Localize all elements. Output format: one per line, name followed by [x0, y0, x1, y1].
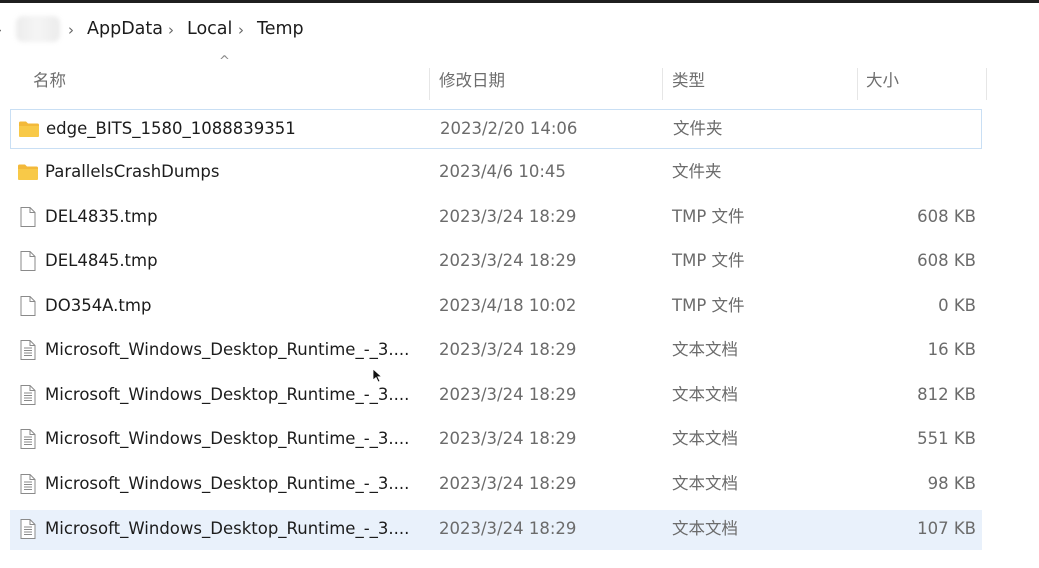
breadcrumb-item-temp[interactable]: Temp [257, 19, 304, 39]
file-name: edge_BITS_1580_1088839351 [46, 119, 296, 138]
folder-icon [18, 118, 40, 140]
file-row[interactable]: DEL4845.tmp 2023/3/24 18:29 TMP 文件 608 KB [10, 242, 982, 282]
mouse-cursor-icon [372, 368, 383, 383]
file-size: 0 KB [938, 296, 976, 315]
file-modified-date: 2023/4/6 10:45 [439, 162, 566, 181]
file-row[interactable]: edge_BITS_1580_1088839351 2023/2/20 14:06… [10, 109, 982, 149]
file-name: Microsoft_Windows_Desktop_Runtime_-_3...… [45, 474, 410, 493]
chevron-right-icon[interactable]: › [238, 21, 244, 39]
sort-ascending-icon: ^ [219, 54, 230, 69]
file-type: 文本文档 [672, 474, 738, 493]
column-header: ^ 名称 修改日期 类型 大小 [0, 54, 1039, 102]
file-row[interactable]: Microsoft_Windows_Desktop_Runtime_-_3...… [10, 376, 982, 416]
window-top-edge [0, 0, 1039, 3]
file-type: TMP 文件 [672, 251, 745, 270]
file-name: DEL4835.tmp [45, 207, 158, 226]
file-type: 文本文档 [672, 340, 738, 359]
text-document-icon [17, 339, 39, 361]
file-type: 文本文档 [672, 519, 738, 538]
file-size: 107 KB [917, 519, 976, 538]
breadcrumb: › › AppData › Local › Temp [0, 14, 1039, 46]
chevron-right-icon[interactable]: › [0, 21, 2, 39]
file-modified-date: 2023/3/24 18:29 [439, 429, 577, 448]
breadcrumb-item-appdata[interactable]: AppData [87, 19, 163, 39]
file-size: 812 KB [917, 385, 976, 404]
file-size: 608 KB [917, 207, 976, 226]
breadcrumb-item-redacted[interactable] [16, 16, 60, 42]
file-row[interactable]: Microsoft_Windows_Desktop_Runtime_-_3...… [10, 465, 982, 505]
text-document-icon [17, 473, 39, 495]
file-modified-date: 2023/3/24 18:29 [439, 385, 577, 404]
file-type: 文件夹 [672, 162, 722, 181]
file-type: 文件夹 [673, 119, 723, 138]
file-size: 16 KB [927, 340, 976, 359]
text-document-icon [17, 428, 39, 450]
file-name: Microsoft_Windows_Desktop_Runtime_-_3...… [45, 429, 410, 448]
column-divider[interactable] [986, 68, 987, 100]
file-type: TMP 文件 [672, 296, 745, 315]
file-name: DEL4845.tmp [45, 251, 158, 270]
file-modified-date: 2023/2/20 14:06 [440, 119, 578, 138]
column-divider[interactable] [662, 68, 663, 100]
file-modified-date: 2023/3/24 18:29 [439, 519, 577, 538]
column-divider[interactable] [857, 68, 858, 100]
text-document-icon [17, 518, 39, 540]
file-row[interactable]: ParallelsCrashDumps 2023/4/6 10:45 文件夹 [10, 153, 982, 193]
file-size: 98 KB [927, 474, 976, 493]
column-header-size[interactable]: 大小 [866, 62, 899, 100]
column-header-date[interactable]: 修改日期 [439, 62, 505, 100]
file-name: ParallelsCrashDumps [45, 162, 220, 181]
file-type: 文本文档 [672, 429, 738, 448]
blank-file-icon [17, 206, 39, 228]
file-type: TMP 文件 [672, 207, 745, 226]
file-modified-date: 2023/4/18 10:02 [439, 296, 577, 315]
text-document-icon [17, 384, 39, 406]
blank-file-icon [17, 250, 39, 272]
chevron-right-icon[interactable]: › [168, 21, 174, 39]
file-size: 551 KB [917, 429, 976, 448]
column-divider[interactable] [429, 68, 430, 100]
folder-icon [17, 161, 39, 183]
breadcrumb-item-local[interactable]: Local [187, 19, 232, 39]
column-header-name[interactable]: 名称 [33, 62, 66, 100]
file-modified-date: 2023/3/24 18:29 [439, 251, 577, 270]
file-modified-date: 2023/3/24 18:29 [439, 474, 577, 493]
file-name: DO354A.tmp [45, 296, 152, 315]
chevron-right-icon[interactable]: › [68, 21, 74, 39]
column-header-type[interactable]: 类型 [672, 62, 705, 100]
file-row[interactable]: Microsoft_Windows_Desktop_Runtime_-_3...… [10, 331, 982, 371]
file-row[interactable]: DEL4835.tmp 2023/3/24 18:29 TMP 文件 608 KB [10, 198, 982, 238]
file-row[interactable]: DO354A.tmp 2023/4/18 10:02 TMP 文件 0 KB [10, 287, 982, 327]
file-row[interactable]: Microsoft_Windows_Desktop_Runtime_-_3...… [10, 420, 982, 460]
file-modified-date: 2023/3/24 18:29 [439, 340, 577, 359]
file-modified-date: 2023/3/24 18:29 [439, 207, 577, 226]
blank-file-icon [17, 295, 39, 317]
file-size: 608 KB [917, 251, 976, 270]
file-type: 文本文档 [672, 385, 738, 404]
file-name: Microsoft_Windows_Desktop_Runtime_-_3...… [45, 385, 410, 404]
file-row[interactable]: Microsoft_Windows_Desktop_Runtime_-_3...… [10, 510, 982, 550]
file-name: Microsoft_Windows_Desktop_Runtime_-_3...… [45, 340, 410, 359]
file-name: Microsoft_Windows_Desktop_Runtime_-_3...… [45, 519, 410, 538]
